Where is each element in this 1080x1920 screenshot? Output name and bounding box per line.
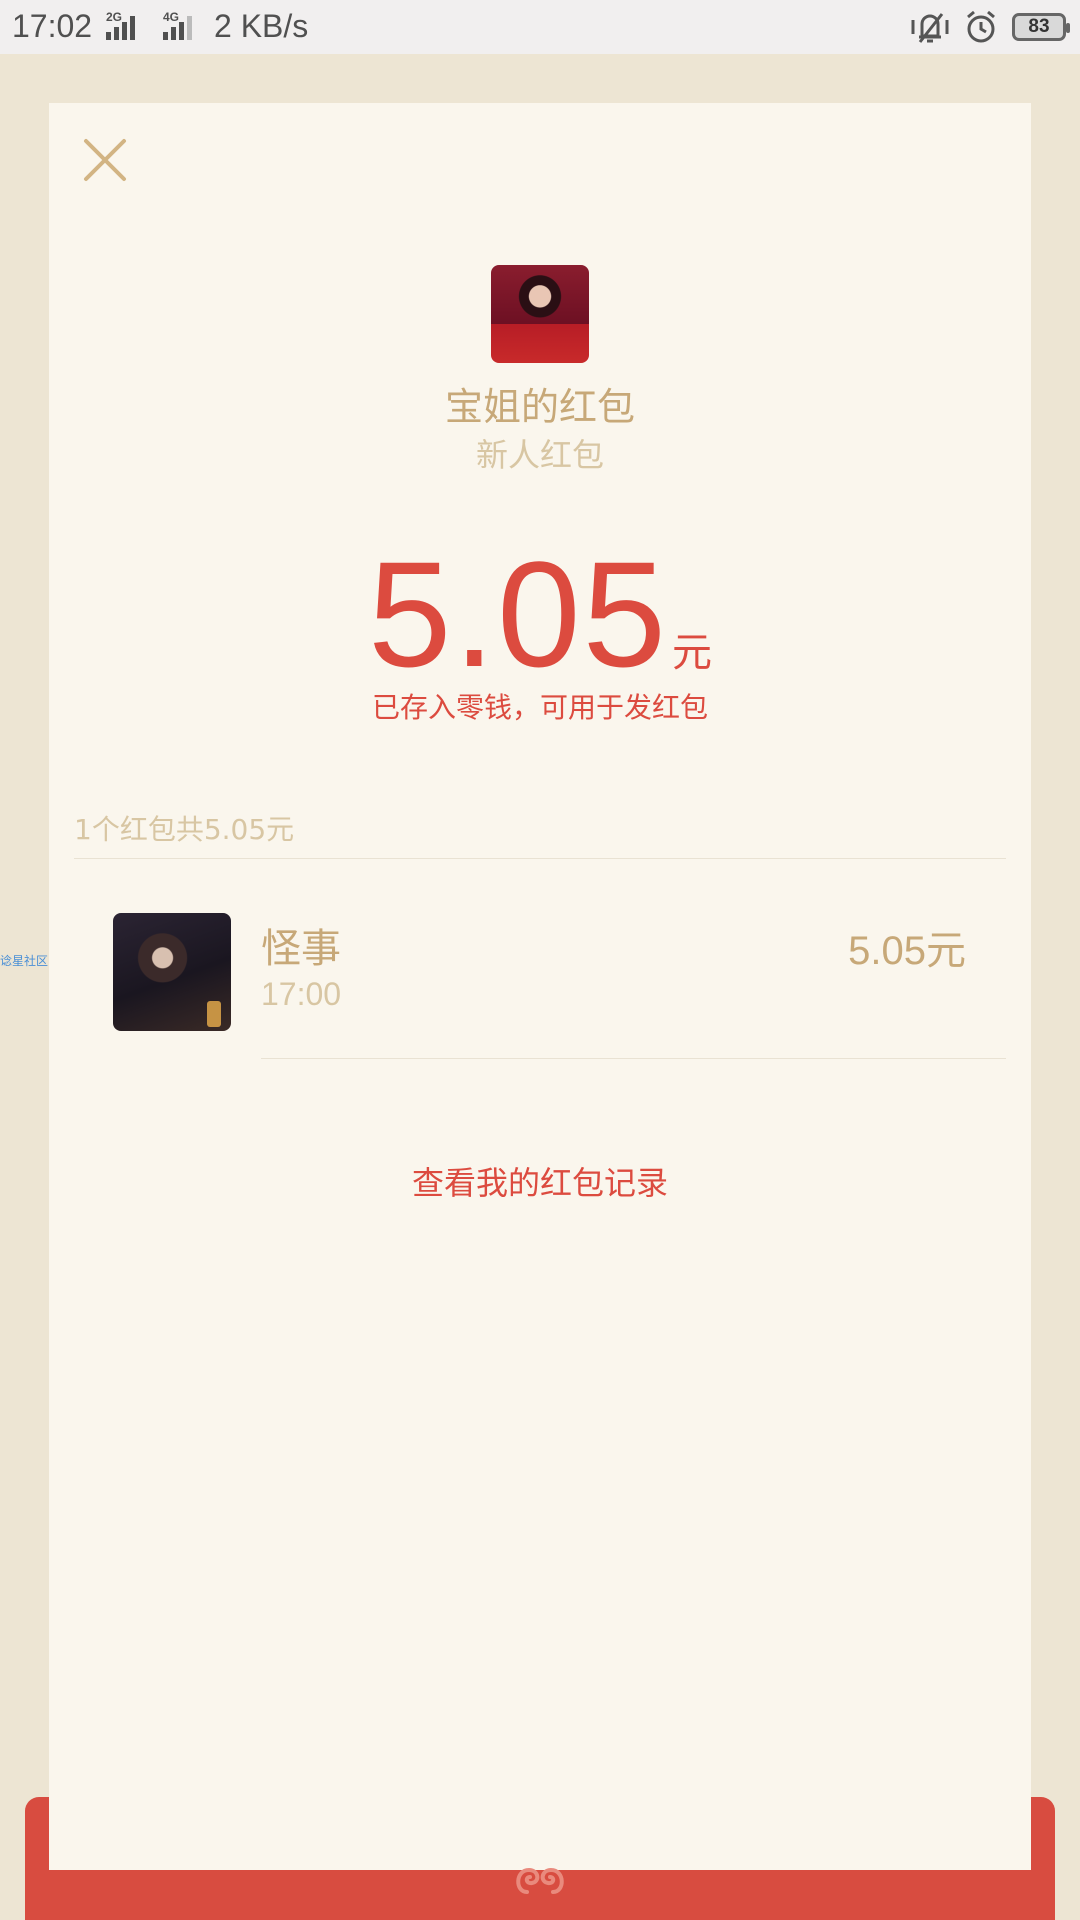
- status-right-icons: 83: [910, 10, 1070, 44]
- amount-unit: 元: [671, 630, 712, 676]
- status-bar: 17:02 2G 4G 2 KB/s 83: [0, 0, 1080, 54]
- red-packet-history-link[interactable]: 查看我的红包记录: [0, 1158, 1080, 1204]
- sim1-signal-icon: 2G: [106, 10, 146, 40]
- receiver-time: 17:00: [261, 976, 342, 1012]
- receiver-amount: 5.05元: [848, 929, 966, 973]
- sender-title: 宝姐的红包: [444, 385, 635, 429]
- side-community-tag[interactable]: 谂星社区: [0, 952, 48, 969]
- amount-value: 5.05: [368, 530, 668, 698]
- receiver-name: 怪事: [261, 926, 341, 972]
- status-time: 17:02: [12, 8, 93, 44]
- divider: [261, 1058, 1006, 1059]
- vibrate-icon: [911, 13, 949, 43]
- network-speed: 2 KB/s: [214, 8, 309, 44]
- battery-level: 83: [1028, 16, 1050, 37]
- amount-display: 5.05 元: [0, 528, 1080, 701]
- alarm-icon: [967, 10, 995, 43]
- wechat-pay-logo-icon: [516, 1867, 564, 1894]
- packet-summary: 1个红包共5.05元: [74, 813, 295, 846]
- sender-subtitle: 新人红包: [475, 436, 604, 474]
- divider: [74, 858, 1006, 859]
- stored-note[interactable]: 已存入零钱，可用于发红包: [0, 686, 1080, 726]
- battery-icon: 83: [1012, 13, 1070, 41]
- receiver-avatar[interactable]: [113, 913, 231, 1031]
- sender-avatar[interactable]: [491, 265, 589, 363]
- close-icon[interactable]: [80, 135, 130, 185]
- sim2-signal-icon: 4G: [163, 10, 203, 40]
- card-zigzag-edge: [49, 1832, 1031, 1844]
